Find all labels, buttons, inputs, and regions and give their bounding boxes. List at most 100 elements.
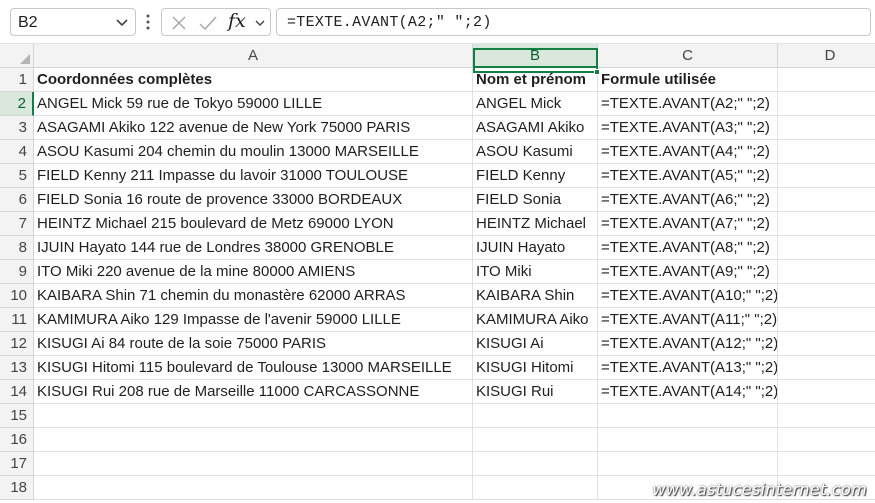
cell-b18[interactable] (473, 476, 598, 500)
cell-b8[interactable]: IJUIN Hayato (473, 236, 598, 260)
cell-a15[interactable] (34, 404, 473, 428)
cell-d4[interactable] (778, 140, 875, 164)
cell-a8[interactable]: IJUIN Hayato 144 rue de Londres 38000 GR… (34, 236, 473, 260)
cell-c16[interactable] (598, 428, 778, 452)
row-header-1[interactable]: 1 (0, 68, 34, 92)
column-header-a[interactable]: A (34, 44, 473, 68)
cell-c4[interactable]: =TEXTE.AVANT(A4;" ";2) (598, 140, 778, 164)
column-header-b[interactable]: B (473, 44, 598, 68)
cell-b10[interactable]: KAIBARA Shin (473, 284, 598, 308)
cell-d1[interactable] (778, 68, 875, 92)
cell-b1[interactable]: Nom et prénom (473, 68, 598, 92)
row-header-6[interactable]: 6 (0, 188, 34, 212)
row-header-13[interactable]: 13 (0, 356, 34, 380)
row-header-4[interactable]: 4 (0, 140, 34, 164)
cell-c17[interactable] (598, 452, 778, 476)
cell-a11[interactable]: KAMIMURA Aiko 129 Impasse de l'avenir 59… (34, 308, 473, 332)
cell-a17[interactable] (34, 452, 473, 476)
cell-a6[interactable]: FIELD Sonia 16 route de provence 33000 B… (34, 188, 473, 212)
cell-c6[interactable]: =TEXTE.AVANT(A6;" ";2) (598, 188, 778, 212)
cell-a10[interactable]: KAIBARA Shin 71 chemin du monastère 6200… (34, 284, 473, 308)
cell-c13[interactable]: =TEXTE.AVANT(A13;" ";2) (598, 356, 778, 380)
row-header-17[interactable]: 17 (0, 452, 34, 476)
row-header-5[interactable]: 5 (0, 164, 34, 188)
cell-a4[interactable]: ASOU Kasumi 204 chemin du moulin 13000 M… (34, 140, 473, 164)
cell-d3[interactable] (778, 116, 875, 140)
cell-c12[interactable]: =TEXTE.AVANT(A12;" ";2) (598, 332, 778, 356)
cell-c14[interactable]: =TEXTE.AVANT(A14;" ";2) (598, 380, 778, 404)
cell-b4[interactable]: ASOU Kasumi (473, 140, 598, 164)
cell-d15[interactable] (778, 404, 875, 428)
cell-d16[interactable] (778, 428, 875, 452)
cell-c5[interactable]: =TEXTE.AVANT(A5;" ";2) (598, 164, 778, 188)
cell-b13[interactable]: KISUGI Hitomi (473, 356, 598, 380)
confirm-check-icon[interactable] (198, 14, 218, 32)
cell-d10[interactable] (778, 284, 875, 308)
chevron-down-icon[interactable] (254, 17, 266, 29)
row-header-16[interactable]: 16 (0, 428, 34, 452)
row-header-15[interactable]: 15 (0, 404, 34, 428)
cell-c7[interactable]: =TEXTE.AVANT(A7;" ";2) (598, 212, 778, 236)
cell-c2[interactable]: =TEXTE.AVANT(A2;" ";2) (598, 92, 778, 116)
cell-c1[interactable]: Formule utilisée (598, 68, 778, 92)
cell-a9[interactable]: ITO Miki 220 avenue de la mine 80000 AMI… (34, 260, 473, 284)
cell-c10[interactable]: =TEXTE.AVANT(A10;" ";2) (598, 284, 778, 308)
cell-b11[interactable]: KAMIMURA Aiko (473, 308, 598, 332)
cell-b5[interactable]: FIELD Kenny (473, 164, 598, 188)
cell-d8[interactable] (778, 236, 875, 260)
row-header-3[interactable]: 3 (0, 116, 34, 140)
more-options-icon[interactable] (145, 12, 151, 32)
cell-a16[interactable] (34, 428, 473, 452)
formula-input[interactable]: =TEXTE.AVANT(A2;" ";2) (276, 8, 871, 36)
cell-a18[interactable] (34, 476, 473, 500)
chevron-down-icon[interactable] (115, 15, 129, 29)
cell-a14[interactable]: KISUGI Rui 208 rue de Marseille 11000 CA… (34, 380, 473, 404)
cell-d5[interactable] (778, 164, 875, 188)
cell-b15[interactable] (473, 404, 598, 428)
cell-c11[interactable]: =TEXTE.AVANT(A11;" ";2) (598, 308, 778, 332)
cell-b16[interactable] (473, 428, 598, 452)
cell-b9[interactable]: ITO Miki (473, 260, 598, 284)
cell-d2[interactable] (778, 92, 875, 116)
cell-c3[interactable]: =TEXTE.AVANT(A3;" ";2) (598, 116, 778, 140)
cell-a5[interactable]: FIELD Kenny 211 Impasse du lavoir 31000 … (34, 164, 473, 188)
cell-b17[interactable] (473, 452, 598, 476)
fill-handle[interactable] (594, 69, 600, 75)
cell-d14[interactable] (778, 380, 875, 404)
cell-d11[interactable] (778, 308, 875, 332)
row-header-14[interactable]: 14 (0, 380, 34, 404)
row-header-18[interactable]: 18 (0, 476, 34, 500)
cell-c8[interactable]: =TEXTE.AVANT(A8;" ";2) (598, 236, 778, 260)
cell-b12[interactable]: KISUGI Ai (473, 332, 598, 356)
row-header-12[interactable]: 12 (0, 332, 34, 356)
cell-b14[interactable]: KISUGI Rui (473, 380, 598, 404)
cell-c9[interactable]: =TEXTE.AVANT(A9;" ";2) (598, 260, 778, 284)
row-header-10[interactable]: 10 (0, 284, 34, 308)
cell-d9[interactable] (778, 260, 875, 284)
cell-b2[interactable]: ANGEL Mick (473, 92, 598, 116)
cell-a1[interactable]: Coordonnées complètes (34, 68, 473, 92)
cancel-icon[interactable] (170, 14, 188, 32)
row-header-7[interactable]: 7 (0, 212, 34, 236)
cell-c15[interactable] (598, 404, 778, 428)
cell-a13[interactable]: KISUGI Hitomi 115 boulevard de Toulouse … (34, 356, 473, 380)
row-header-9[interactable]: 9 (0, 260, 34, 284)
name-box[interactable]: B2 (10, 8, 136, 36)
cell-d7[interactable] (778, 212, 875, 236)
cell-b7[interactable]: HEINTZ Michael (473, 212, 598, 236)
cell-a7[interactable]: HEINTZ Michael 215 boulevard de Metz 690… (34, 212, 473, 236)
row-header-8[interactable]: 8 (0, 236, 34, 260)
cell-d12[interactable] (778, 332, 875, 356)
cell-d17[interactable] (778, 452, 875, 476)
cell-b3[interactable]: ASAGAMI Akiko (473, 116, 598, 140)
cell-a2[interactable]: ANGEL Mick 59 rue de Tokyo 59000 LILLE (34, 92, 473, 116)
insert-function-button[interactable]: fx (228, 10, 246, 32)
cell-d13[interactable] (778, 356, 875, 380)
row-header-2[interactable]: 2 (0, 92, 34, 116)
cell-a3[interactable]: ASAGAMI Akiko 122 avenue de New York 750… (34, 116, 473, 140)
row-header-11[interactable]: 11 (0, 308, 34, 332)
column-header-d[interactable]: D (778, 44, 875, 68)
cell-b6[interactable]: FIELD Sonia (473, 188, 598, 212)
cell-d6[interactable] (778, 188, 875, 212)
select-all-button[interactable] (0, 44, 34, 68)
